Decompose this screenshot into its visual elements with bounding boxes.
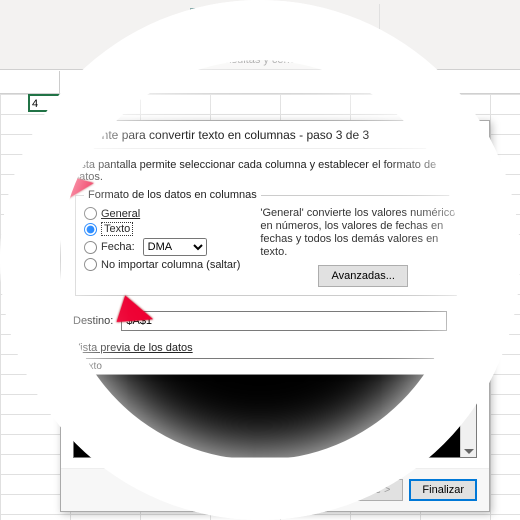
radio-text[interactable]: Texto	[84, 222, 240, 236]
name-box[interactable]	[0, 71, 60, 93]
next-button[interactable]: Siguiente >	[322, 479, 403, 501]
help-button[interactable]: ?	[413, 122, 449, 148]
destination-input[interactable]	[121, 311, 447, 331]
dialog-titlebar: Asistente para convertir texto en column…	[61, 121, 489, 149]
radio-general-input[interactable]	[84, 207, 97, 220]
text-to-columns-dialog: Asistente para convertir texto en column…	[60, 120, 490, 512]
cancel-button[interactable]: Cancelar	[179, 479, 249, 501]
format-hint: 'General' convierte los valores numérico…	[254, 207, 466, 287]
refresh-all-label[interactable]: Actualizar todo	[168, 36, 241, 47]
selected-cell[interactable]: 4	[28, 94, 96, 112]
preview-data-rows: 4 6 40 1F 5A	[74, 375, 476, 457]
dialog-title: Asistente para convertir texto en column…	[69, 128, 413, 142]
dialog-button-row: Cancelar < Atrás Siguiente > Finalizar	[61, 468, 489, 511]
radio-date[interactable]: Fecha: DMA	[84, 238, 240, 256]
links-icon	[232, 26, 244, 38]
fx-icon[interactable]: ƒx	[60, 71, 100, 93]
formula-bar: ƒx 4	[0, 70, 520, 94]
excel-ribbon: Actualizar todo Propiedades Editar víncu…	[0, 0, 520, 70]
destination-label: Destino:	[73, 315, 113, 327]
dialog-description: Esta pantalla permite seleccionar cada c…	[73, 159, 477, 183]
preview-column-header[interactable]: Texto	[74, 359, 476, 375]
close-button[interactable]: ✕	[449, 122, 485, 148]
ribbon-group-label: Consultas y conexiones	[160, 54, 379, 66]
advanced-button[interactable]: Avanzadas...	[318, 265, 407, 287]
refresh-all-icon[interactable]	[190, 8, 218, 36]
ribbon-group-queries: Actualizar todo Propiedades Editar víncu…	[160, 4, 380, 66]
data-preview: Texto 4 6 40 1F 5A	[73, 358, 477, 458]
radio-text-input[interactable]	[84, 223, 97, 236]
column-format-fieldset: Formato de los datos en columnas General…	[75, 189, 475, 296]
preview-scrollbar[interactable]	[460, 359, 476, 457]
range-selector-button[interactable]: ↥	[455, 310, 477, 332]
radio-skip-input[interactable]	[84, 258, 97, 271]
radio-date-input[interactable]	[84, 241, 97, 254]
ribbon-properties[interactable]: Propiedades	[232, 8, 320, 24]
finish-button[interactable]: Finalizar	[409, 479, 477, 501]
preview-label: Vista previa de los datos	[73, 342, 193, 354]
formula-value[interactable]: 4	[100, 75, 113, 89]
radio-skip[interactable]: No importar columna (saltar)	[84, 258, 240, 271]
radio-general[interactable]: General	[84, 207, 240, 220]
back-button[interactable]: < Atrás	[256, 479, 317, 501]
fieldset-legend: Formato de los datos en columnas	[84, 189, 261, 201]
ribbon-edit-links[interactable]: Editar vínculos	[232, 24, 320, 40]
properties-icon	[232, 10, 244, 22]
date-format-select[interactable]: DMA	[143, 238, 207, 256]
